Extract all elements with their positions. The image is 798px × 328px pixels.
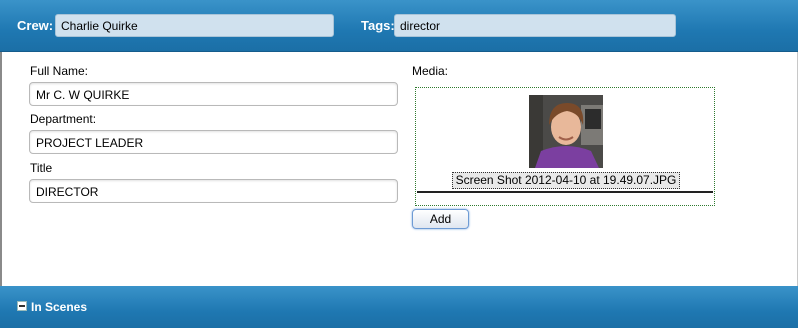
media-caption[interactable]: Screen Shot 2012-04-10 at 19.49.07.JPG [452,172,680,189]
crew-label: Crew: [17,18,54,33]
collapse-icon[interactable] [17,301,27,311]
title-field[interactable]: DIRECTOR [29,179,398,203]
media-label: Media: [412,64,449,78]
full-name-field[interactable]: Mr C. W QUIRKE [29,82,398,106]
header-bar: Crew: Charlie Quirke Tags: director [0,0,798,52]
photo-image [529,95,603,168]
title-label: Title [30,161,53,175]
in-scenes-section-bar[interactable]: In Scenes [0,286,798,328]
department-field[interactable]: PROJECT LEADER [29,130,398,154]
crew-field[interactable]: Charlie Quirke [55,14,334,37]
media-thumbnail[interactable] [529,95,603,168]
full-name-label: Full Name: [30,64,89,78]
add-media-button[interactable]: Add [412,209,469,229]
media-container: Screen Shot 2012-04-10 at 19.49.07.JPG [415,87,715,206]
media-divider [417,191,713,193]
tags-field[interactable]: director [394,14,676,37]
tags-label: Tags: [361,18,395,33]
section-title: In Scenes [31,300,88,314]
department-label: Department: [30,112,97,126]
